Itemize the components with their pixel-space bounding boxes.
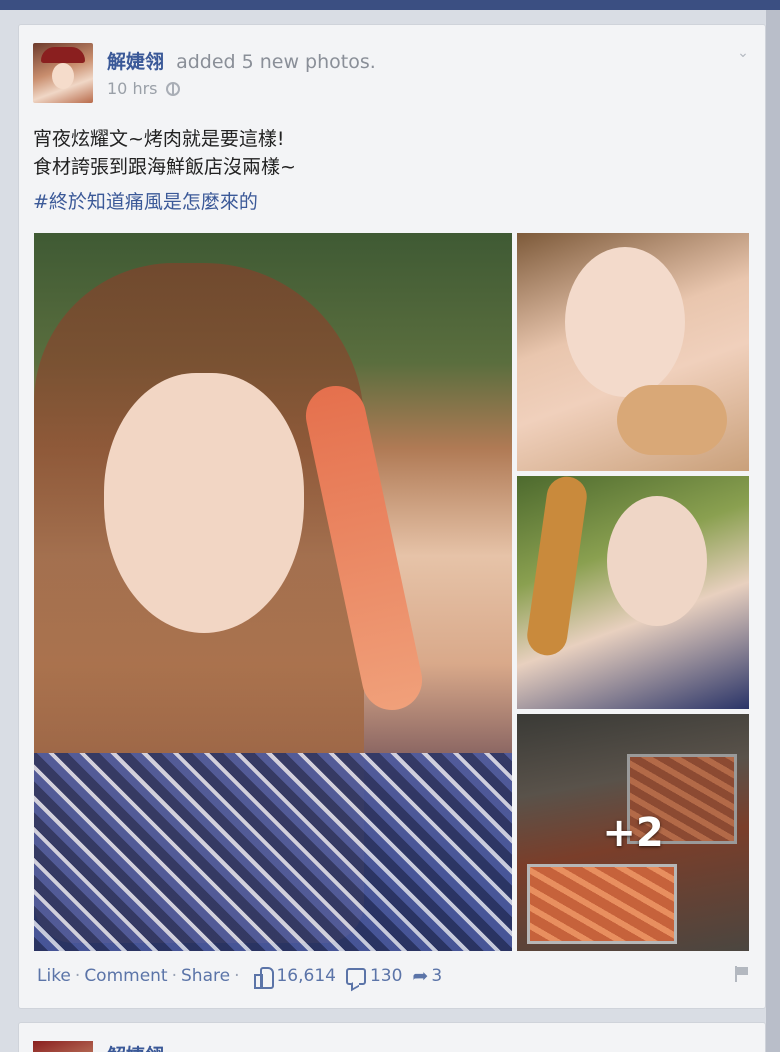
action-separator: · [74, 966, 81, 986]
action-separator: · [171, 966, 178, 986]
photo-main[interactable] [34, 233, 512, 951]
globe-icon[interactable] [165, 81, 180, 96]
next-post-avatar[interactable] [33, 1041, 93, 1052]
photo-face [565, 247, 685, 397]
next-post-card: 解婕翎 [18, 1022, 766, 1052]
post-body: 宵夜炫耀文~烤肉就是要這樣! 食材誇張到跟海鮮飯店沒兩樣~ [33, 125, 733, 181]
post-action-text: added 5 new photos. [176, 51, 376, 73]
post-text-line-2: 食材誇張到跟海鮮飯店沒兩樣~ [33, 156, 296, 178]
likes-count-value: 16,614 [276, 966, 336, 986]
post-actions-bar: Like · Comment · Share · 16,614 130 ➦ 3 [37, 965, 442, 989]
photo-thumbnail-2[interactable] [517, 476, 749, 709]
avatar-face [52, 63, 74, 89]
post-card: 解婕翎 added 5 new photos. 10 hrs ⌄ 宵夜炫耀文~烤… [18, 24, 766, 1009]
post-text-line-1: 宵夜炫耀文~烤肉就是要這樣! [33, 128, 285, 150]
share-button[interactable]: Share [181, 966, 230, 986]
post-header: 解婕翎 added 5 new photos. [107, 47, 376, 74]
photo-face [607, 496, 707, 626]
chevron-down-icon[interactable]: ⌄ [735, 45, 751, 61]
share-arrow-icon: ➦ [412, 965, 429, 987]
comment-button[interactable]: Comment [84, 966, 167, 986]
post-timestamp[interactable]: 10 hrs [107, 79, 158, 98]
hashtag-link[interactable]: #終於知道痛風是怎麼來的 [33, 187, 258, 214]
author-avatar[interactable] [33, 43, 93, 103]
comment-icon [345, 967, 366, 985]
page-scroll-edge [766, 10, 780, 1052]
comments-count-value: 130 [369, 966, 403, 986]
photo-thumbnail-3[interactable]: +2 [517, 714, 749, 951]
more-photos-count[interactable]: +2 [517, 714, 749, 951]
thumbs-up-icon [253, 966, 275, 989]
action-separator: · [234, 966, 240, 986]
next-post-author-name[interactable]: 解婕翎 [107, 1041, 164, 1052]
photo-face [104, 373, 304, 633]
photo-dress [34, 753, 512, 951]
comments-count[interactable]: 130 [345, 966, 403, 986]
likes-count[interactable]: 16,614 [253, 966, 336, 989]
photo-food [617, 385, 727, 455]
author-name-link[interactable]: 解婕翎 [107, 51, 164, 73]
shares-count[interactable]: ➦ 3 [412, 965, 442, 987]
photo-thumbnail-1[interactable] [517, 233, 749, 471]
flag-icon[interactable] [733, 965, 751, 983]
post-meta: 10 hrs [107, 79, 180, 98]
like-button[interactable]: Like [37, 966, 71, 986]
shares-count-value: 3 [431, 966, 443, 986]
top-nav-strip [0, 0, 780, 10]
photo-skewer [524, 476, 590, 658]
avatar-hat [41, 47, 85, 63]
